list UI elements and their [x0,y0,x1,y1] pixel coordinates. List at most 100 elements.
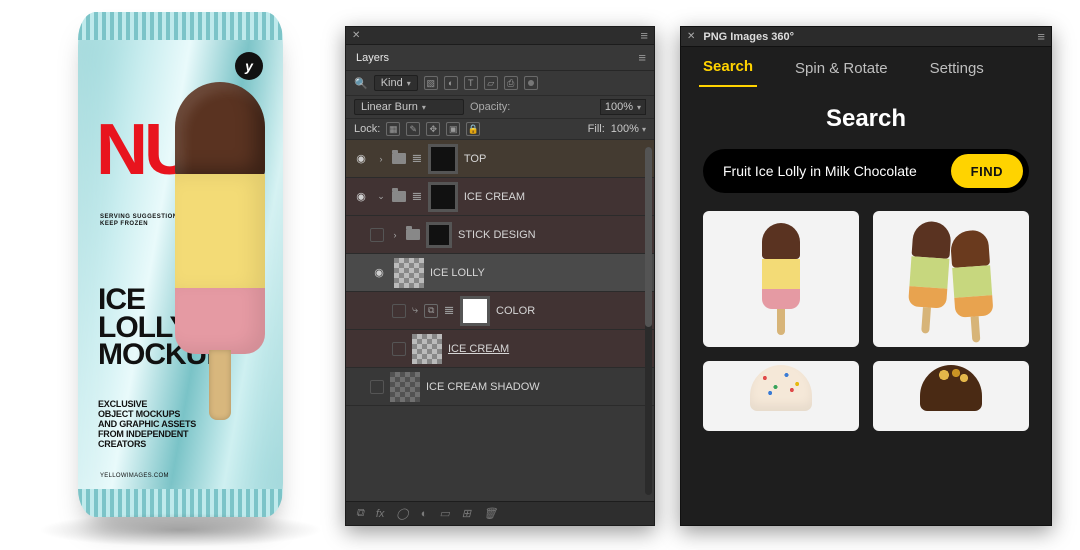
result-card[interactable] [703,361,859,431]
visibility-icon[interactable] [370,380,384,394]
layer-thumb [460,296,490,326]
filter-artboard-icon[interactable] [524,76,538,90]
panel-menu-icon[interactable]: ≡ [640,28,648,43]
filter-kind-select[interactable]: Kind ▾ [374,75,418,91]
filter-smart-icon[interactable]: ⎙ [504,76,518,90]
filter-pixel-icon[interactable]: ▧ [424,76,438,90]
tab-settings[interactable]: Settings [926,60,988,87]
scrollbar[interactable] [645,147,652,495]
fx-icon[interactable]: fx [376,508,385,520]
filter-adjust-icon[interactable]: ◐ [444,76,458,90]
lock-row: Lock: ▦ ✎ ✥ ▣ 🔒 Fill: 100% ▾ [346,119,654,140]
opacity-value: 100% [605,101,633,113]
layer-name: ICE CREAM [448,343,509,355]
layer-row-ice-cream-shadow[interactable]: ICE CREAM SHADOW [346,368,654,406]
close-icon[interactable]: ✕ [352,30,360,41]
plugin-panel: ✕ PNG Images 360° ≡ Search Spin & Rotate… [680,26,1052,526]
find-button[interactable]: FIND [951,154,1023,188]
layer-row-ice-lolly[interactable]: ICE LOLLY [346,254,654,292]
link-icon: 𝌆 [412,190,422,203]
panel-flyout-icon[interactable]: ≡ [638,50,646,65]
link-icon: 𝌆 [444,304,454,317]
mask-icon[interactable]: ◯ [396,507,408,520]
layer-thumb [412,334,442,364]
drop-shadow [38,513,323,547]
layers-panel: ✕ ≡ Layers ≡ 🔍 Kind ▾ ▧ ◐ T ▱ ⎙ Linear B… [345,26,655,526]
visibility-icon[interactable] [370,264,388,282]
blend-mode-value: Linear Burn [361,101,418,113]
layer-name: ICE CREAM [464,191,525,203]
visibility-icon[interactable] [392,342,406,356]
layer-name: ICE CREAM SHADOW [426,381,540,393]
product-mockup: y NU SERVING SUGGESTION KEEP FROZEN ICE … [78,12,283,517]
blend-mode-select[interactable]: Linear Burn ▾ [354,99,464,115]
lolly-yellow [175,174,265,292]
fill-input[interactable]: 100% ▾ [611,123,646,135]
filter-type-icon[interactable]: T [464,76,478,90]
layer-row-top[interactable]: › 𝌆 TOP [346,140,654,178]
panel-titlebar[interactable]: ✕ ≡ [346,27,654,45]
new-layer-icon[interactable]: ⊞ [462,507,471,520]
tab-spin[interactable]: Spin & Rotate [791,60,892,87]
opacity-input[interactable]: 100% ▾ [600,99,646,115]
tab-layers[interactable]: Layers [354,48,391,68]
product-site: YELLOWIMAGES.COM [100,473,169,479]
layer-name: COLOR [496,305,535,317]
trash-icon[interactable]: 🗑 [483,507,497,520]
search-input[interactable] [723,163,941,179]
layer-row-ice-cream-so[interactable]: ICE CREAM [346,330,654,368]
group-icon[interactable]: ▭ [439,507,449,520]
layer-list: › 𝌆 TOP ⌄ 𝌆 ICE CREAM › STICK DESIGN ICE… [346,140,654,406]
plugin-titlebar[interactable]: ✕ PNG Images 360° ≡ [681,27,1051,47]
close-icon[interactable]: ✕ [687,31,695,42]
lolly-choco [175,82,265,182]
visibility-icon[interactable] [352,150,370,168]
panel-menu-icon[interactable]: ≡ [1037,29,1045,44]
result-card[interactable] [873,211,1029,347]
layer-thumb [390,372,420,402]
adjustment-layer-icon[interactable]: ◐ [421,508,428,520]
result-card[interactable] [703,211,859,347]
page-heading: Search [703,105,1029,133]
chevron-down-icon[interactable]: ⌄ [376,191,386,202]
sprinkle-dome-icon [750,365,812,411]
layer-thumb [426,222,452,248]
filter-shape-icon[interactable]: ▱ [484,76,498,90]
visibility-icon[interactable] [352,188,370,206]
lock-move-icon[interactable]: ✥ [426,122,440,136]
layer-name: ICE LOLLY [430,267,485,279]
lock-brush-icon[interactable]: ✎ [406,122,420,136]
plugin-page: Search FIND [681,87,1051,443]
results-grid [703,211,1029,431]
folder-icon [392,191,406,202]
chevron-right-icon[interactable]: › [390,230,400,240]
chevron-down-icon: ▾ [642,125,646,134]
crimp-top [78,12,283,40]
product-blurb: EXCLUSIVE OBJECT MOCKUPS AND GRAPHIC ASS… [98,400,196,449]
search-icon: 🔍 [354,77,368,90]
lolly-stick [209,350,231,420]
visibility-icon[interactable] [392,304,406,318]
result-card[interactable] [873,361,1029,431]
lock-artboard-icon[interactable]: ▣ [446,122,460,136]
link-layers-icon[interactable]: ⧉ [356,507,364,520]
layer-row-icecream-group[interactable]: ⌄ 𝌆 ICE CREAM [346,178,654,216]
scrollbar-thumb[interactable] [645,147,652,327]
layer-name: STICK DESIGN [458,229,536,241]
layer-row-color[interactable]: ⤷ ⧉ 𝌆 COLOR [346,292,654,330]
layer-row-stick-design[interactable]: › STICK DESIGN [346,216,654,254]
tab-search[interactable]: Search [699,58,757,87]
chevron-down-icon: ▾ [637,103,641,112]
chevron-down-icon: ▾ [422,103,426,112]
filter-kind-label: Kind [381,77,403,89]
gold-dome-icon [920,365,982,411]
chevron-right-icon[interactable]: › [376,154,386,164]
plugin-title: PNG Images 360° [703,31,794,43]
link-icon: 𝌆 [412,152,422,165]
lock-transparent-icon[interactable]: ▦ [386,122,400,136]
layers-footer: ⧉ fx ◯ ◐ ▭ ⊞ 🗑 [346,501,654,525]
lock-all-icon[interactable]: 🔒 [466,122,480,136]
folder-icon [392,153,406,164]
plugin-tabs: Search Spin & Rotate Settings [681,47,1051,87]
visibility-icon[interactable] [370,228,384,242]
